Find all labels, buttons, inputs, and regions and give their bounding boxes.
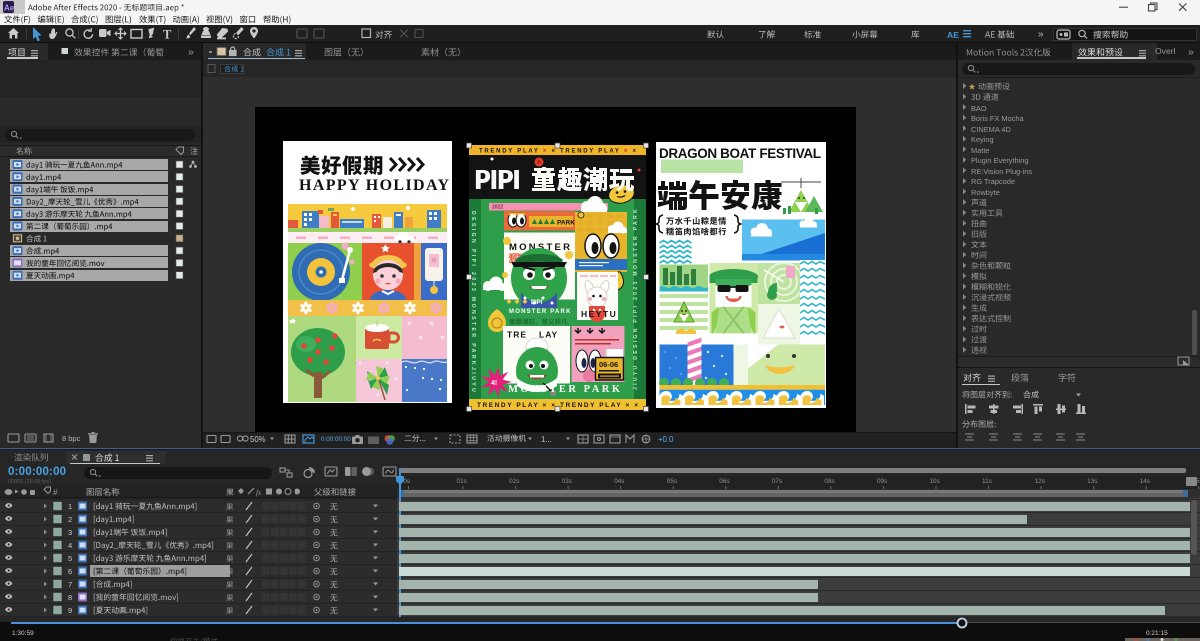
svg-text:T: T xyxy=(163,28,172,42)
svg-text:#: # xyxy=(53,488,58,497)
svg-text:Ae: Ae xyxy=(4,4,15,13)
svg-text:HAPPY HOLIDAY: HAPPY HOLIDAY xyxy=(299,177,449,194)
svg-text:fx: fx xyxy=(256,489,262,497)
